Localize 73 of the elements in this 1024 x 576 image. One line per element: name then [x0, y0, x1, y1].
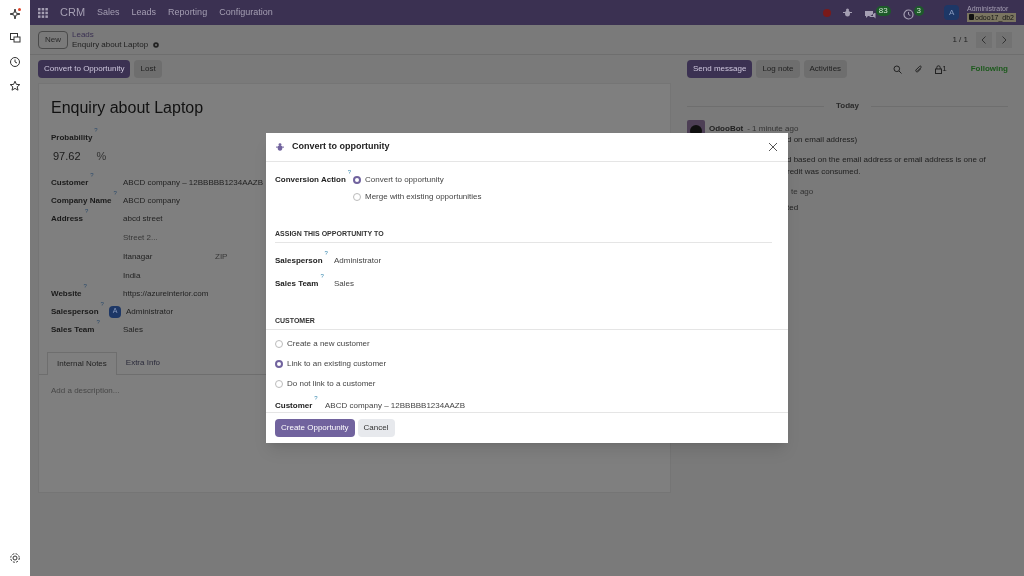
- city-field[interactable]: Itanagar: [123, 250, 215, 263]
- field-label: Company Name: [51, 194, 112, 207]
- count-badge: 83: [875, 5, 891, 16]
- field-label: Address: [51, 212, 83, 225]
- clock-icon[interactable]: [902, 8, 914, 20]
- dialog-title: Convert to opportunity: [292, 140, 390, 154]
- chat-icon[interactable]: [863, 8, 876, 20]
- field-value[interactable]: Sales: [123, 323, 143, 336]
- bug-icon[interactable]: [842, 8, 852, 17]
- breadcrumb-link[interactable]: Leads: [72, 29, 161, 40]
- field-value[interactable]: ABCD company – 12BBBBB1234AAZB: [123, 176, 264, 189]
- date-separator: Today: [836, 100, 859, 112]
- action-button[interactable]: Convert to Opportunity: [38, 60, 131, 78]
- field-label: Website: [51, 287, 82, 300]
- radio-option[interactable]: Merge with existing opportunities: [353, 190, 482, 203]
- search-icon[interactable]: [893, 64, 903, 74]
- radio-option[interactable]: Convert to opportunity: [353, 173, 482, 186]
- street2-field[interactable]: Street 2...: [123, 231, 228, 244]
- tab[interactable]: Internal Notes: [47, 351, 117, 375]
- pager-value: 1 / 1: [952, 33, 968, 46]
- message-author: OdooBot: [709, 123, 744, 135]
- gear-icon[interactable]: [152, 40, 161, 49]
- status-dot-icon: [822, 8, 831, 17]
- close-icon[interactable]: [768, 141, 778, 152]
- menu-item[interactable]: Leads: [131, 5, 157, 20]
- field-value[interactable]: Sales: [334, 277, 354, 290]
- field-label: Conversion Action: [275, 173, 346, 186]
- dialog-button[interactable]: Cancel: [357, 418, 395, 437]
- user-avatar[interactable]: A: [944, 5, 960, 20]
- settings-icon[interactable]: [9, 552, 21, 564]
- record-title: Enquiry about Laptop: [72, 39, 149, 50]
- field-label: Probability: [51, 132, 93, 144]
- field-value[interactable]: ABCD company: [123, 194, 180, 207]
- dialog-button[interactable]: Create Opportunity: [275, 418, 355, 437]
- field-value[interactable]: https://azureinterior.com: [123, 287, 209, 300]
- record-name: Enquiry about Laptop: [51, 98, 205, 118]
- country-field[interactable]: India: [123, 269, 228, 282]
- history-icon[interactable]: [9, 56, 21, 68]
- street-field[interactable]: abcd street: [123, 212, 228, 225]
- app-name[interactable]: CRM: [60, 4, 86, 21]
- probability-value[interactable]: 97.62: [53, 148, 81, 165]
- menu-item[interactable]: Configuration: [219, 5, 273, 20]
- message-text: redit was consumed.: [787, 166, 862, 178]
- action-button[interactable]: Lost: [134, 60, 162, 78]
- field-value[interactable]: Administrator: [126, 305, 174, 318]
- field-value[interactable]: Administrator: [334, 254, 382, 267]
- count-badge: 3: [913, 5, 925, 16]
- field-label: Customer: [275, 399, 313, 412]
- field-label: Salesperson: [275, 254, 323, 267]
- message-text: ted: [787, 202, 800, 214]
- new-button[interactable]: New: [38, 30, 68, 49]
- followers-button[interactable]: 1: [935, 64, 947, 74]
- chatter-button[interactable]: Send message: [687, 60, 753, 78]
- field-value[interactable]: ABCD company – 12BBBBB1234AAZB: [325, 399, 466, 412]
- screen-icon[interactable]: [9, 32, 21, 44]
- field-label: Customer: [51, 176, 89, 189]
- percent-sign: %: [96, 149, 107, 164]
- zip-field[interactable]: ZIP: [215, 250, 228, 263]
- star-icon[interactable]: [9, 80, 21, 92]
- menu-item[interactable]: Sales: [97, 5, 120, 20]
- lock-icon: [935, 64, 943, 74]
- chatter-button[interactable]: Log note: [756, 60, 800, 78]
- bug-icon: [276, 142, 284, 151]
- tab[interactable]: Extra Info: [116, 351, 170, 374]
- follower-count: 1: [942, 64, 947, 73]
- paperclip-icon[interactable]: [914, 64, 924, 74]
- apps-menu-icon[interactable]: [38, 7, 48, 18]
- sparkle-icon[interactable]: [9, 8, 21, 20]
- chatter-button[interactable]: Activities: [803, 60, 848, 78]
- field-label: Sales Team: [51, 323, 95, 336]
- menu-item[interactable]: Reporting: [168, 5, 208, 20]
- field-label: Salesperson: [51, 305, 99, 318]
- field-label: Sales Team: [275, 277, 319, 290]
